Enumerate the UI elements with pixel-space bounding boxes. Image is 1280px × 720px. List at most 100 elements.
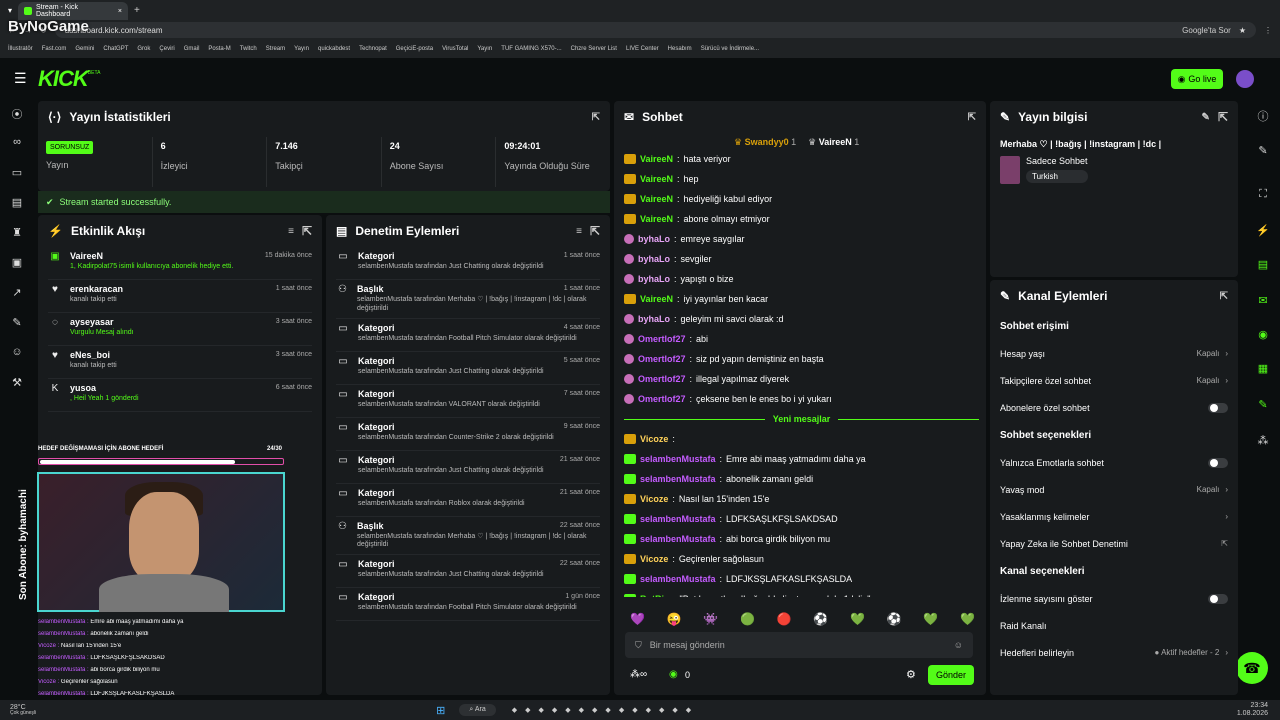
taskbar-search[interactable]: ⌕ Ara <box>459 704 496 716</box>
bookmark-item[interactable]: Fast.com <box>42 46 67 52</box>
filter-icon[interactable]: ≡ <box>576 226 582 237</box>
emote[interactable]: 🟢 <box>740 612 755 626</box>
chat-message[interactable]: byhaLo: sevgiler <box>624 249 979 269</box>
emote[interactable]: 🔴 <box>777 612 792 626</box>
chat-username[interactable]: selambenMustafa <box>640 574 716 584</box>
chat-settings-icon[interactable]: ⚙ <box>906 668 916 681</box>
chat-username[interactable]: byhaLo <box>638 314 670 324</box>
chat-message[interactable]: Omertlof27: çeksene ben le enes bo i yi y… <box>624 389 979 409</box>
popout-icon[interactable]: ⇱ <box>302 224 312 238</box>
chat-username[interactable]: BotRix <box>640 594 669 597</box>
moderation-item[interactable]: ▭ Kategori selambenMustafa tarafından Just… <box>336 451 600 484</box>
chat-message[interactable]: BotRix: "Bot komutları: !bağış !dc !insta… <box>624 589 979 597</box>
chat-message[interactable]: byhaLo: yapıştı o bize <box>624 269 979 289</box>
gifter[interactable]: ♛ VaireeN 1 <box>808 137 859 148</box>
chat-message[interactable]: byhaLo: emreye saygılar <box>624 229 979 249</box>
chat-message[interactable]: VaireeN: hep <box>624 169 979 189</box>
edit-pencil-icon[interactable]: ✎ <box>1202 112 1210 123</box>
bookmark-item[interactable]: Gmail <box>184 46 200 52</box>
popout-icon[interactable]: ⇱ <box>1218 110 1228 124</box>
setting-row[interactable]: Raid Kanalı <box>990 612 1238 639</box>
emoji-icon[interactable]: ☺ <box>954 640 963 650</box>
taskbar-apps[interactable]: ◆◆◆◆◆◆◆◆◆◆◆◆◆◆ <box>512 706 699 714</box>
stream-icon[interactable]: ⦿ <box>8 106 26 124</box>
google-chip[interactable]: Google'ta Sor <box>1182 26 1231 35</box>
bookmark-item[interactable]: quickabdest <box>318 46 350 52</box>
chat-username[interactable]: byhaLo <box>638 234 670 244</box>
chat-username[interactable]: VaireeN <box>640 214 673 224</box>
chat-username[interactable]: selambenMustafa <box>640 474 716 484</box>
moderation-item[interactable]: ▭ Kategori selambenMustafa tarafından Just… <box>336 247 600 280</box>
hamburger-icon[interactable]: ☰ <box>14 70 27 87</box>
emote[interactable]: 💜 <box>630 612 645 626</box>
chat-message[interactable]: Vicoze: Geçirenler sağolasun <box>624 549 979 569</box>
bookmark-item[interactable]: Grok <box>137 46 150 52</box>
chevron-right-icon[interactable]: › <box>1225 349 1228 358</box>
windows-start-icon[interactable]: ⊞ <box>436 704 445 717</box>
tools-icon[interactable]: ⚒ <box>8 376 26 394</box>
chat-username[interactable]: Vicoze <box>640 434 668 444</box>
setting-row[interactable]: Yapay Zeka ile Sohbet Denetimi ⇱ <box>990 530 1238 557</box>
activity-item[interactable]: Kyusoa , Heil Yeah 1 gönderdi 6 saat önce <box>48 379 312 412</box>
chat-username[interactable]: byhaLo <box>638 274 670 284</box>
activity-item[interactable]: ♥ eNes_boi kanalı takip etti 3 saat önce <box>48 346 312 379</box>
popout-icon[interactable]: ⇱ <box>590 224 600 238</box>
address-bar[interactable]: dashboard.kick.com/stream Google'ta Sor … <box>54 22 1256 38</box>
chat-username[interactable]: Omertlof27 <box>638 354 686 364</box>
chat-message[interactable]: VaireeN: abone olmayı etmiyor <box>624 209 979 229</box>
edit-icon[interactable]: ✎ <box>1254 144 1272 162</box>
settings-users-icon[interactable]: ⁂∞ <box>630 669 647 680</box>
chat-message[interactable]: selambenMustafa: Emre abi maaş yatmadımı … <box>624 449 979 469</box>
filter-icon[interactable]: ≡ <box>288 226 294 237</box>
setting-row[interactable]: Yavaş mod Kapalı › <box>990 476 1238 503</box>
new-tab-icon[interactable]: + <box>134 5 140 16</box>
help-fab[interactable]: ☎ <box>1236 652 1268 684</box>
go-live-button[interactable]: ◉ Go live <box>1171 69 1223 89</box>
chat-input[interactable]: ⛉ Bir mesaj gönderin ☺ <box>625 632 973 658</box>
chat-message[interactable]: Omertlof27: abi <box>624 329 979 349</box>
chat-message[interactable]: selambenMustafa: abi borca girdik biliyon… <box>624 529 979 549</box>
bookmark-item[interactable]: TUF GAMING X570-... <box>501 46 561 52</box>
chat-message[interactable]: selambenMustafa: LDFJKSŞLAFKASLFKŞASLDA <box>624 569 979 589</box>
bookmark-item[interactable]: Gemini <box>75 46 94 52</box>
emote[interactable]: 👾 <box>703 612 718 626</box>
media-icon[interactable]: ▣ <box>8 256 26 274</box>
external-link-icon[interactable]: ⇱ <box>1221 539 1228 548</box>
activity-item[interactable]: ▣ VaireeN 1, Kadirpolat75 isimli kullanıcı… <box>48 247 312 280</box>
tag-chip[interactable]: Turkish <box>1026 170 1088 183</box>
chevron-right-icon[interactable]: › <box>1225 376 1228 385</box>
chat-message[interactable]: Omertlof27: siz pd yapın demiştiniz en ba… <box>624 349 979 369</box>
chat-username[interactable]: selambenMustafa <box>640 454 716 464</box>
activity-item[interactable]: ♥ erenkaracan kanalı takip etti 1 saat önce <box>48 280 312 313</box>
setting-row[interactable]: Yasaklanmış kelimeler › <box>990 503 1238 530</box>
chat-message[interactable]: byhaLo: geleyim mi savci olarak :d <box>624 309 979 329</box>
link-icon[interactable]: ∞ <box>8 136 26 154</box>
bolt-icon[interactable]: ⚡ <box>1254 224 1272 242</box>
chat-username[interactable]: selambenMustafa <box>640 514 716 524</box>
toggle-switch[interactable] <box>1208 457 1228 468</box>
moderation-item[interactable]: ⚇ Başlık selambenMustafa tarafından Merhab… <box>336 517 600 555</box>
chat-username[interactable]: Omertlof27 <box>638 394 686 404</box>
wrench-side-icon[interactable]: ✎ <box>1254 398 1272 416</box>
bookmark-item[interactable]: Stream <box>266 46 285 52</box>
moderation-item[interactable]: ⚇ Başlık selambenMustafa tarafından Merhab… <box>336 280 600 319</box>
moderation-item[interactable]: ▭ Kategori selambenMustafa tarafından Just… <box>336 352 600 385</box>
mod-icon[interactable]: ▦ <box>1254 362 1272 380</box>
moderation-item[interactable]: ▭ Kategori selambenMustafa tarafından VALO… <box>336 385 600 418</box>
apps-icon[interactable]: ⁂ <box>1254 434 1272 452</box>
emote[interactable]: 😜 <box>667 612 682 626</box>
broadcast-side-icon[interactable]: ◉ <box>1254 328 1272 346</box>
wrench-icon[interactable]: ✎ <box>8 316 26 334</box>
notes-icon[interactable]: ▤ <box>1254 258 1272 276</box>
bookmark-item[interactable]: İllustratör <box>8 46 33 52</box>
chat-message[interactable]: selambenMustafa: LDFKSAŞLKFŞLSAKDSAD <box>624 509 979 529</box>
moderation-item[interactable]: ▭ Kategori selambenMustafa tarafından Coun… <box>336 418 600 451</box>
chat-username[interactable]: selambenMustafa <box>640 534 716 544</box>
chat-username[interactable]: byhaLo <box>638 254 670 264</box>
moderation-item[interactable]: ▭ Kategori selambenMustafa tarafından Foot… <box>336 588 600 621</box>
chat-username[interactable]: Omertlof27 <box>638 334 686 344</box>
emote[interactable]: 💚 <box>923 612 938 626</box>
popout-icon[interactable]: ⇱ <box>592 112 600 123</box>
setting-row[interactable]: Yalnızca Emotlarla sohbet <box>990 449 1238 476</box>
emote[interactable]: 💚 <box>960 612 975 626</box>
